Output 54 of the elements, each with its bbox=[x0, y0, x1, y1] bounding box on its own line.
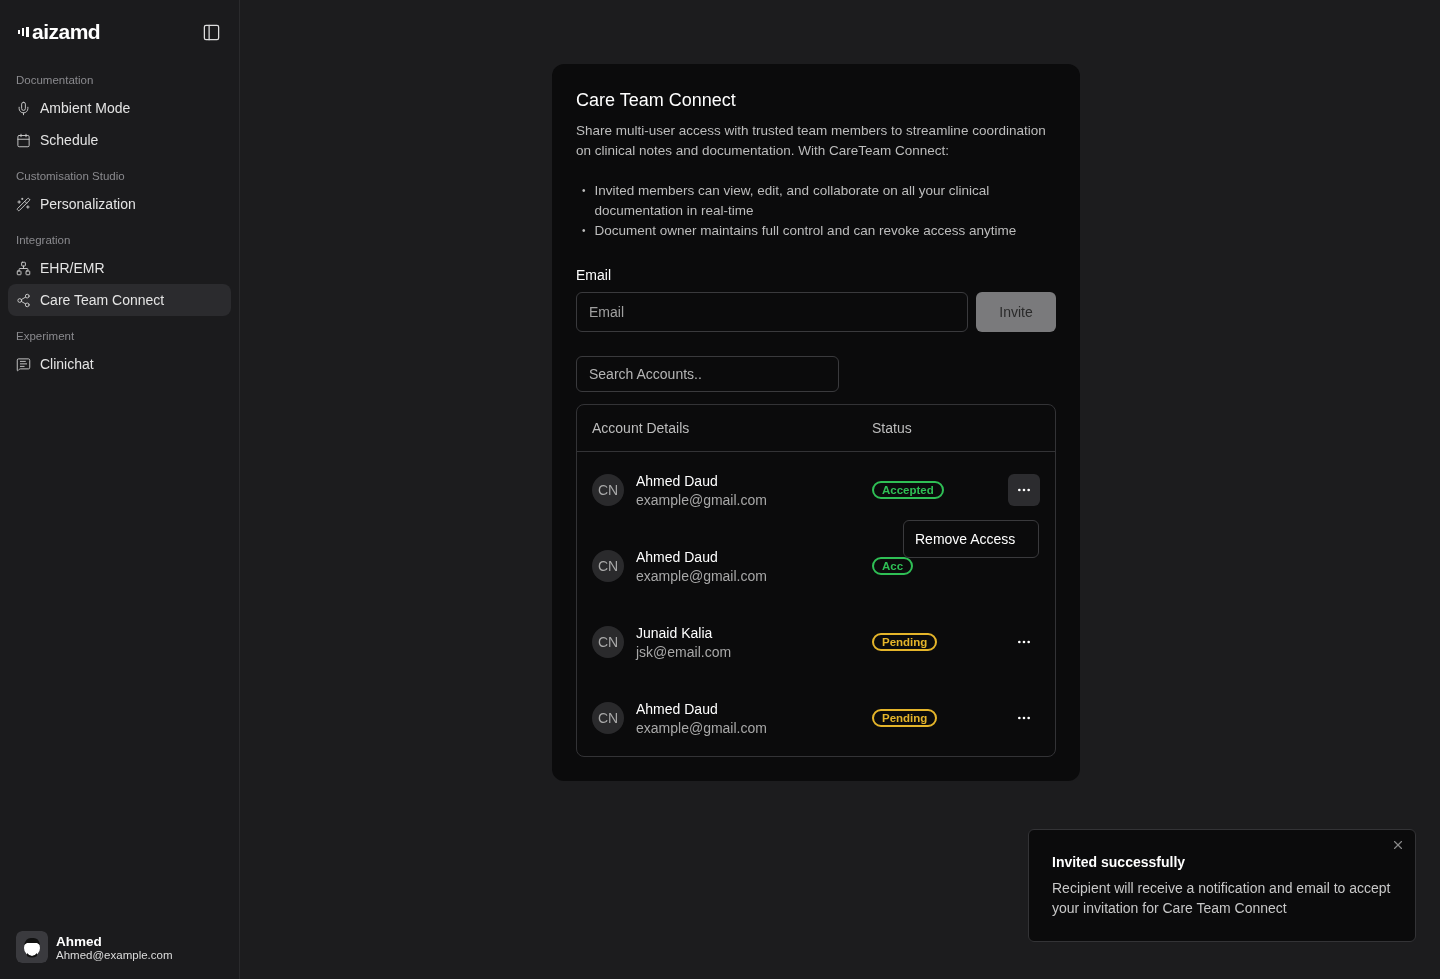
section-title: Documentation bbox=[15, 74, 95, 86]
section-title: Integration bbox=[15, 234, 72, 246]
user-name: Ahmed bbox=[56, 933, 103, 949]
account-email: jsk@email.com bbox=[636, 643, 732, 660]
chat-icon bbox=[16, 356, 31, 372]
status-badge: Pending bbox=[872, 709, 938, 727]
status-badge: Pending bbox=[872, 633, 938, 651]
sidebar-item[interactable]: EHR/EMR bbox=[8, 252, 231, 284]
account-name: Junaid Kalia bbox=[636, 624, 714, 641]
account-email: example@gmail.com bbox=[636, 491, 767, 508]
bullet-marker: • bbox=[582, 224, 586, 238]
account-name: Ahmed Daud bbox=[636, 472, 719, 489]
sidebar-item[interactable]: Clinichat bbox=[8, 348, 231, 380]
bullet-text: Invited members can view, edit, and collaborate on all your clinical documentation in real-time bbox=[594, 182, 991, 220]
toast-title: Invited successfully bbox=[1052, 854, 1187, 870]
sidebar-item[interactable]: Schedule bbox=[8, 124, 231, 156]
bullet-marker: • bbox=[582, 184, 586, 198]
avatar-icon bbox=[16, 931, 48, 963]
page-title: Care Team Connect bbox=[576, 90, 737, 111]
section-title: Customisation Studio bbox=[15, 170, 126, 182]
field-label: Email bbox=[576, 267, 612, 283]
logo-bars-icon bbox=[18, 27, 30, 37]
more-button[interactable] bbox=[1008, 474, 1040, 506]
account-name: Ahmed Daud bbox=[636, 700, 719, 717]
calendar-icon bbox=[16, 132, 31, 148]
initials-avatar: CN bbox=[592, 474, 624, 506]
microphone-icon bbox=[16, 100, 31, 116]
toast-message: Recipient will receive a notification and email to accept your invitation for Care Team Connect bbox=[1052, 879, 1392, 918]
account-email: example@gmail.com bbox=[636, 719, 767, 736]
sidebar-item[interactable]: Ambient Mode bbox=[8, 92, 231, 124]
logo-text: aizamd bbox=[32, 20, 101, 44]
bullet-text: Document owner maintains full control and can revoke access anytime bbox=[594, 222, 1017, 240]
status-badge: Acc bbox=[872, 557, 914, 575]
section-title: Experiment bbox=[15, 330, 76, 342]
menu-item[interactable]: Remove Access bbox=[908, 525, 1034, 553]
sidebar-toggle-icon[interactable] bbox=[202, 22, 221, 42]
account-email: example@gmail.com bbox=[636, 567, 767, 584]
description: Share multi-user access with trusted team members to streamline coordination on clinical notes and documentation. With CareTeam Connect: bbox=[576, 122, 1047, 160]
status-badge: Accepted bbox=[872, 481, 944, 499]
initials-avatar: CN bbox=[592, 626, 624, 658]
user-email: Ahmed@example.com bbox=[56, 948, 173, 961]
sidebar-item[interactable]: Personalization bbox=[8, 188, 231, 220]
column-header: Account Details bbox=[592, 420, 691, 436]
share-icon bbox=[16, 292, 31, 308]
email-field[interactable]: Email bbox=[576, 292, 968, 332]
initials-avatar: CN bbox=[592, 702, 624, 734]
initials-avatar: CN bbox=[592, 550, 624, 582]
account-name: Ahmed Daud bbox=[636, 548, 719, 565]
search-field[interactable]: Search Accounts.. bbox=[576, 356, 839, 392]
hierarchy-icon bbox=[16, 260, 31, 276]
magic-wand-icon bbox=[16, 196, 31, 212]
column-header: Status bbox=[872, 420, 913, 436]
sidebar-item[interactable]: Care Team Connect bbox=[8, 284, 231, 316]
close-button[interactable] bbox=[1391, 838, 1405, 852]
